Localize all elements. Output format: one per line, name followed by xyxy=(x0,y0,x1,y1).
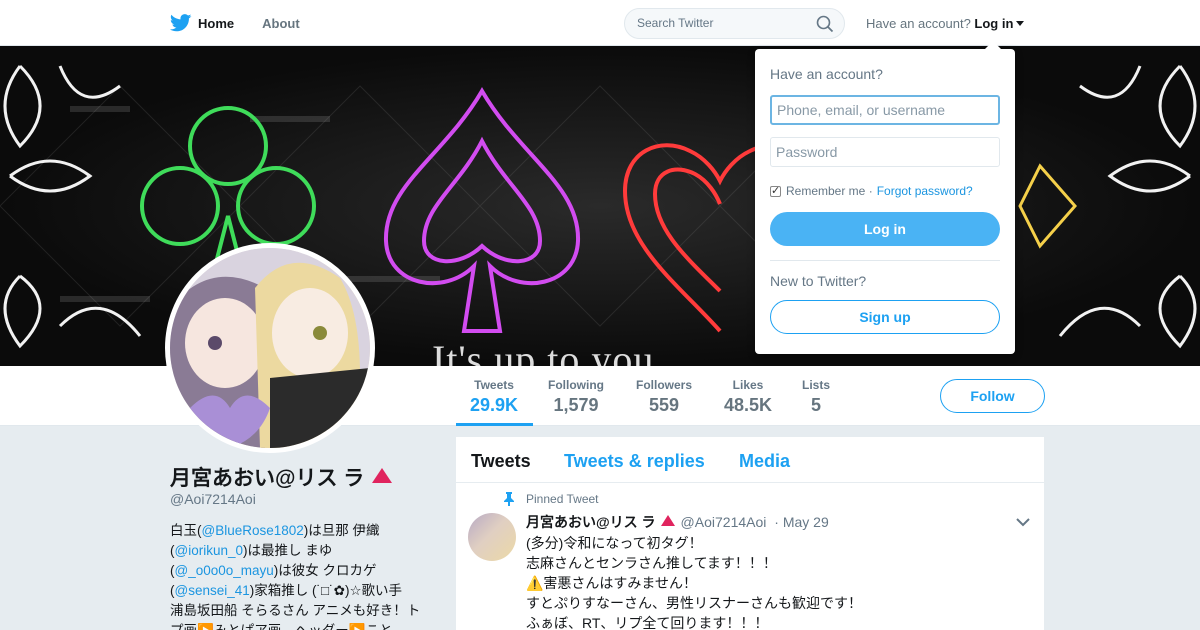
have-account-text: Have an account? xyxy=(866,16,971,31)
login-button[interactable]: Log in xyxy=(770,212,1000,246)
nav-left: Home About xyxy=(170,0,328,46)
password-field[interactable]: Password xyxy=(770,137,1000,167)
profile-name-text: 月宮あおい@リス ラ xyxy=(170,467,365,490)
stat-following-value: 1,579 xyxy=(553,395,599,415)
username-placeholder: Phone, email, or username xyxy=(777,102,946,118)
tweet-author-name[interactable]: 月宮あおい@リス ラ xyxy=(526,514,656,530)
nav-home-label: Home xyxy=(198,15,235,31)
username-field[interactable]: Phone, email, or username xyxy=(770,95,1000,125)
profile-avatar[interactable] xyxy=(165,243,375,453)
bio-text: )は彼女 クロカゲ xyxy=(273,563,377,578)
tweet-author-handle[interactable]: @Aoi7214Aoi xyxy=(681,514,767,530)
nav-home[interactable]: Home xyxy=(170,14,234,32)
stat-followers-label: Followers xyxy=(636,378,693,392)
triangle-badge-icon xyxy=(372,468,393,483)
divider xyxy=(770,260,1000,261)
timeline: Tweets Tweets & replies Media Pinned Twe… xyxy=(456,437,1044,630)
follow-button[interactable]: Follow xyxy=(940,379,1045,413)
tweet-date[interactable]: · May 29 xyxy=(774,514,828,530)
nav-about-label: About xyxy=(262,15,300,31)
stat-lists-value: 5 xyxy=(811,395,822,415)
tweet-line: ふぁぼ、RT、リプ全て回ります！！！ xyxy=(526,615,769,630)
bio-text: プ画▶️みとぱア画→ヘッダー▶️こと xyxy=(170,621,432,630)
signup-button[interactable]: Sign up xyxy=(770,300,1000,334)
bio-mention-link[interactable]: @_o0o0o_mayu xyxy=(175,563,274,578)
stat-likes[interactable]: Likes 48.5K xyxy=(724,378,772,416)
bio-mention-link[interactable]: @sensei_41 xyxy=(175,583,250,598)
search-placeholder: Search Twitter xyxy=(637,16,714,30)
new-to-twitter-text: New to Twitter? xyxy=(770,273,867,289)
pinned-label: Pinned Tweet xyxy=(526,492,599,506)
bio-text: )家箱推し (˙□˙✿)☆歌い手 xyxy=(249,583,403,598)
profile-bio: 白玉(@BlueRose1802)は旦那 伊織 (@iorikun_0)は最推し… xyxy=(170,521,432,630)
tweet-line: (多分)令和になって初タグ！ xyxy=(526,535,703,551)
tweet-line: 志麻さんとセンラさん推してます！！！ xyxy=(526,555,777,571)
login-link[interactable]: Log in xyxy=(974,16,1013,31)
stat-following-label: Following xyxy=(548,378,604,392)
stat-lists[interactable]: Lists 5 xyxy=(802,378,830,416)
search-input[interactable]: Search Twitter xyxy=(624,8,845,39)
stat-likes-value: 48.5K xyxy=(724,395,773,415)
pin-icon xyxy=(504,492,514,506)
search-icon[interactable] xyxy=(816,15,834,33)
remember-checkbox[interactable] xyxy=(770,184,781,197)
profile-name[interactable]: 月宮あおい@リス ラ xyxy=(170,462,393,492)
tab-tweets-replies[interactable]: Tweets & replies xyxy=(564,451,705,472)
avatar-illustration xyxy=(170,248,370,448)
login-toggle[interactable]: Have an account? Log in xyxy=(866,16,1025,31)
profile-handle[interactable]: @Aoi7214Aoi xyxy=(170,491,256,507)
stat-followers[interactable]: Followers 559 xyxy=(636,378,692,416)
bio-text: )は旦那 伊織 xyxy=(303,523,380,538)
tweet-text: (多分)令和になって初タグ！ 志麻さんとセンラさん推してます！！！ ⚠️害悪さん… xyxy=(526,533,1026,630)
login-dropdown: Have an account? Phone, email, or userna… xyxy=(755,41,1015,354)
remember-row: Remember me · Forgot password? xyxy=(770,184,973,198)
pinned-tweet[interactable]: Pinned Tweet 月宮あおい@リス ラ @Aoi7214Aoi · May… xyxy=(456,483,1044,630)
bio-text: )は最推し まゆ xyxy=(243,543,333,558)
top-nav-bar: Home About Search Twitter Have an accoun… xyxy=(0,0,1200,46)
tab-media[interactable]: Media xyxy=(739,451,790,472)
tweet-header: 月宮あおい@リス ラ @Aoi7214Aoi · May 29 xyxy=(526,512,829,532)
bio-mention-link[interactable]: @BlueRose1802 xyxy=(202,523,304,538)
stat-tweets-label: Tweets xyxy=(474,378,514,392)
stat-following[interactable]: Following 1,579 xyxy=(548,378,604,416)
bio-text: 白玉( xyxy=(170,523,202,538)
caret-down-icon xyxy=(1016,21,1025,26)
timeline-tabs: Tweets Tweets & replies Media xyxy=(456,437,1044,483)
tweet-line: すとぷりすなーさん、男性リスナーさんも歓迎です！ xyxy=(526,595,862,611)
bio-mention-link[interactable]: @iorikun_0 xyxy=(175,543,244,558)
tweet-line: ⚠️害悪さんはすみません！ xyxy=(526,575,698,591)
bio-text: 浦島坂田船 そらるさん アニメも好き！ト xyxy=(170,603,421,618)
banner-caption: It's up to you xyxy=(432,337,655,366)
active-tab-underline xyxy=(456,423,533,426)
nav-about[interactable]: About xyxy=(262,16,300,31)
forgot-password-link[interactable]: Forgot password? xyxy=(877,184,973,198)
stat-likes-label: Likes xyxy=(732,378,764,392)
chevron-down-icon[interactable] xyxy=(1016,517,1030,527)
remember-label[interactable]: Remember me · xyxy=(786,184,873,198)
stat-tweets[interactable]: Tweets 29.9K xyxy=(470,378,518,416)
tweet-avatar[interactable] xyxy=(468,513,516,561)
dropdown-title: Have an account? xyxy=(770,66,883,82)
stat-lists-label: Lists xyxy=(802,378,831,392)
twitter-bird-icon xyxy=(170,14,192,32)
tab-tweets[interactable]: Tweets xyxy=(471,451,531,472)
triangle-badge-icon xyxy=(660,515,675,526)
stat-followers-value: 559 xyxy=(648,395,680,415)
stat-tweets-value: 29.9K xyxy=(470,395,519,415)
password-placeholder: Password xyxy=(776,144,838,160)
